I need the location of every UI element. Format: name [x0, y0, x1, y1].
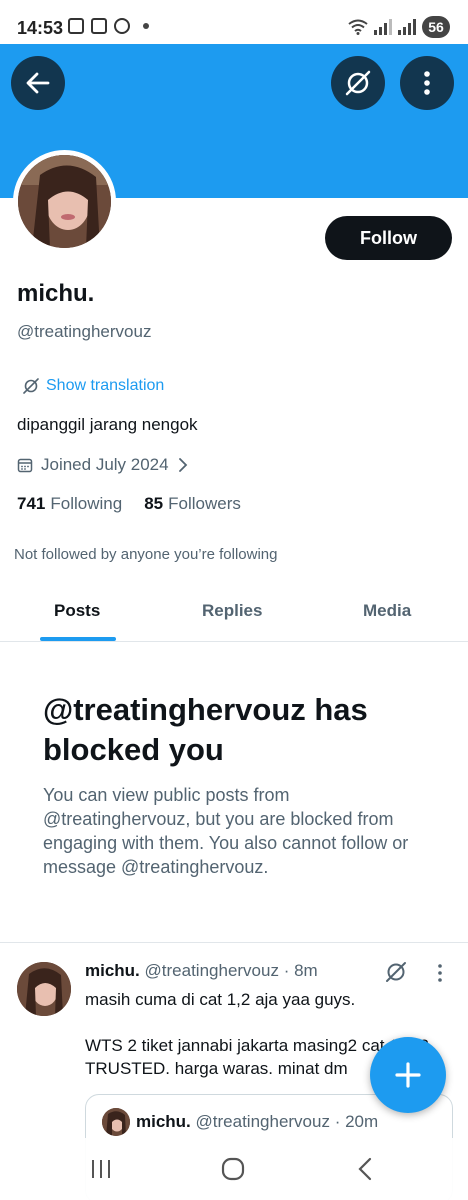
- followers-count-link[interactable]: 85 Followers: [144, 494, 241, 514]
- compose-button[interactable]: [370, 1037, 446, 1113]
- home-button[interactable]: [218, 1154, 248, 1184]
- home-icon: [221, 1157, 245, 1181]
- not-followed-notice: Not followed by anyone you’re following: [14, 546, 278, 563]
- wifi-icon: [348, 19, 368, 35]
- arrow-left-icon: [26, 72, 50, 94]
- chevron-right-icon: [178, 458, 187, 472]
- calendar-icon: [17, 458, 33, 473]
- profile-tabs: Posts Replies Media: [0, 584, 468, 642]
- profile-bio: dipanggil jarang nengok: [17, 415, 198, 434]
- back-button[interactable]: [11, 56, 65, 110]
- followers-label: Followers: [168, 494, 241, 513]
- profile-display-name: michu.: [17, 280, 95, 307]
- status-bar: 14:53 56: [0, 0, 468, 44]
- calendar-notification-icon: [91, 18, 107, 34]
- active-tab-indicator: [40, 637, 116, 641]
- following-count-link[interactable]: 741 Following: [17, 494, 122, 514]
- tab-posts[interactable]: Posts: [54, 601, 100, 621]
- joined-date: Joined July 2024: [41, 455, 169, 474]
- blocked-description: You can view public posts from @treating…: [43, 785, 409, 877]
- show-translation-link[interactable]: Show translation: [22, 377, 164, 395]
- translate-button[interactable]: [331, 56, 385, 110]
- post-avatar[interactable]: [17, 962, 71, 1016]
- screenshot-icon: [68, 18, 84, 34]
- more-vertical-icon: [438, 964, 442, 982]
- avatar-image: [18, 155, 111, 248]
- status-time: 14:53: [17, 18, 64, 38]
- quote-meta: @treatinghervouz · 20m: [195, 1112, 379, 1131]
- divider: [0, 942, 468, 943]
- signal-icon-1: [374, 19, 392, 35]
- signal-icon-2: [398, 19, 416, 35]
- follow-counts: 741 Following 85 Followers: [17, 494, 241, 514]
- notification-icons: [68, 18, 149, 34]
- joined-date-row[interactable]: Joined July 2024: [17, 455, 189, 475]
- post-author-name[interactable]: michu.: [85, 961, 140, 980]
- profile-avatar[interactable]: [13, 150, 116, 253]
- battery-indicator: 56: [422, 16, 450, 38]
- post-translate-button[interactable]: [384, 960, 408, 989]
- blocked-title: @treatinghervouz has blocked you: [43, 692, 368, 767]
- post-meta: @treatinghervouz · 8m: [144, 961, 318, 980]
- post-more-button[interactable]: [432, 962, 448, 984]
- back-nav-button[interactable]: [350, 1154, 380, 1184]
- post-avatar-image: [17, 962, 71, 1016]
- more-options-button[interactable]: [400, 56, 454, 110]
- tab-media[interactable]: Media: [363, 601, 411, 621]
- recent-apps-icon: [92, 1160, 110, 1178]
- translate-icon: [386, 962, 406, 982]
- system-icons: 56: [348, 16, 450, 38]
- more-notifications-dot: [143, 23, 149, 29]
- quote-avatar-image: [102, 1108, 130, 1136]
- following-count: 741: [17, 494, 46, 513]
- google-icon: [114, 18, 130, 34]
- show-translation-label: Show translation: [46, 377, 165, 394]
- tab-replies[interactable]: Replies: [202, 601, 262, 621]
- translate-icon: [345, 70, 371, 96]
- system-navigation-bar: [0, 1138, 468, 1200]
- quote-author-name: michu.: [136, 1112, 191, 1131]
- profile-handle: @treatinghervouz: [17, 322, 152, 341]
- quote-avatar: [102, 1108, 130, 1136]
- follow-button[interactable]: Follow: [325, 216, 452, 260]
- chevron-left-icon: [358, 1157, 372, 1181]
- more-vertical-icon: [424, 71, 430, 95]
- recent-apps-button[interactable]: [86, 1154, 116, 1184]
- following-label: Following: [50, 494, 123, 513]
- followers-count: 85: [144, 494, 164, 513]
- post-header: michu. @treatinghervouz · 8m: [85, 961, 318, 981]
- quote-header: michu. @treatinghervouz · 20m: [136, 1112, 378, 1132]
- plus-icon: [395, 1062, 421, 1088]
- translate-icon: [23, 378, 39, 394]
